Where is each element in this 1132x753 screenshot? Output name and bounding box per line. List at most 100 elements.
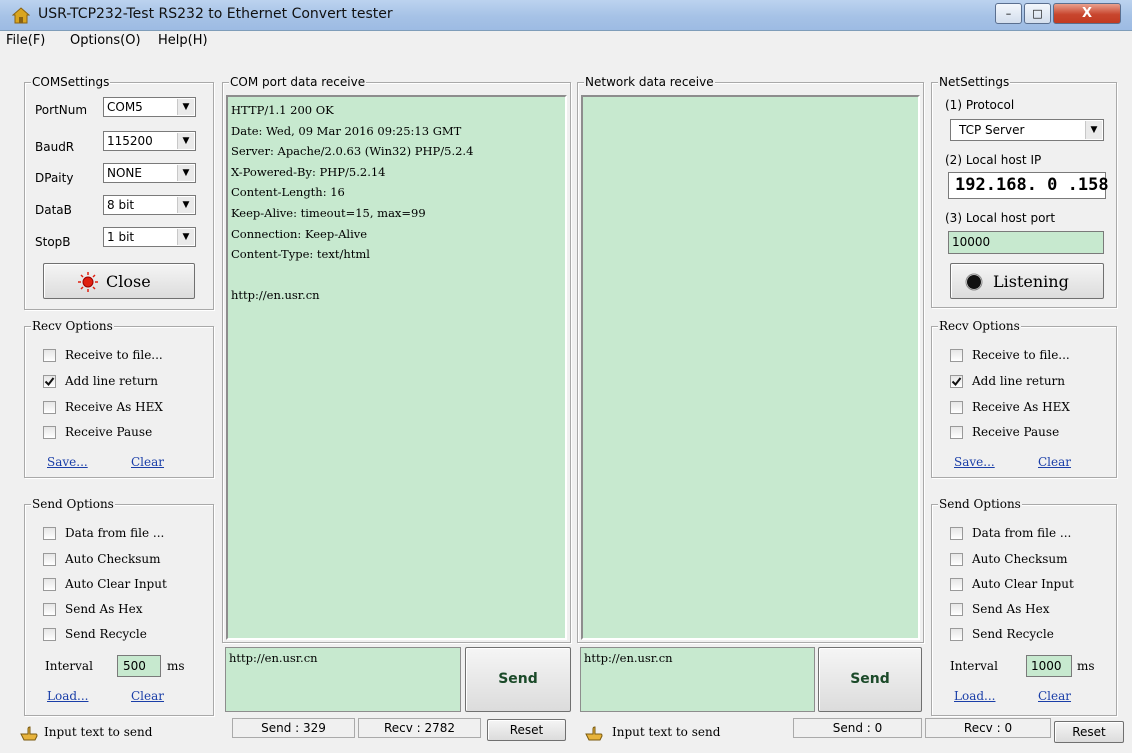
- net-receive-group: Network data receive: [577, 75, 924, 643]
- baudrate-select[interactable]: 115200 ▼: [103, 131, 196, 151]
- right-recv-clear-link[interactable]: Clear: [1038, 455, 1071, 469]
- close-window-button[interactable]: X: [1053, 3, 1121, 24]
- local-ip-label: (2) Local host IP: [945, 153, 1042, 167]
- left-interval-input[interactable]: 500: [117, 655, 161, 677]
- databits-label: DataB: [35, 203, 72, 217]
- com-receive-legend: COM port data receive: [229, 75, 367, 89]
- protocol-select[interactable]: TCP Server ▼: [950, 119, 1104, 141]
- portnum-label: PortNum: [35, 103, 88, 117]
- checkbox[interactable]: [950, 628, 963, 641]
- net-settings-legend: NetSettings: [938, 75, 1011, 89]
- left-input-hint: Input text to send: [44, 725, 153, 739]
- left-send-clear-link[interactable]: Clear: [131, 689, 164, 703]
- net-reset-button[interactable]: Reset: [1054, 721, 1124, 743]
- stopbits-label: StopB: [35, 235, 71, 249]
- status-bar: Input text to send Send : 329 Recv : 278…: [0, 716, 1132, 753]
- right-send-options-legend: Send Options: [938, 497, 1022, 511]
- ip-octet-1[interactable]: 192: [955, 175, 986, 195]
- left-recv-clear-link[interactable]: Clear: [131, 455, 164, 469]
- hand-pointer-icon: [20, 726, 38, 741]
- com-settings-legend: COMSettings: [31, 75, 111, 89]
- checkbox[interactable]: [43, 426, 56, 439]
- left-recv-save-link[interactable]: Save...: [47, 455, 88, 469]
- com-close-label: Close: [106, 272, 151, 291]
- net-send-button[interactable]: Send: [818, 647, 922, 712]
- checkbox-checked[interactable]: [43, 375, 56, 388]
- baudrate-label: BaudR: [35, 140, 75, 154]
- checkbox[interactable]: [43, 628, 56, 641]
- portnum-select[interactable]: COM5 ▼: [103, 97, 196, 117]
- checkmark-icon: [951, 377, 962, 387]
- right-interval-input[interactable]: 1000: [1026, 655, 1072, 677]
- com-receive-group: COM port data receive HTTP/1.1 200 OK Da…: [222, 75, 571, 643]
- net-receive-area[interactable]: [581, 95, 920, 640]
- left-interval-unit: ms: [167, 659, 185, 673]
- com-settings-group: COMSettings PortNum COM5 ▼ BaudR 115200 ▼ …: [24, 75, 214, 310]
- right-input-hint: Input text to send: [612, 725, 721, 739]
- menu-file[interactable]: File(F): [6, 33, 45, 48]
- checkbox[interactable]: [950, 603, 963, 616]
- left-recv-options-group: Recv Options Receive to file... Add line…: [24, 319, 214, 478]
- right-interval-label: Interval: [950, 659, 998, 673]
- net-send-count: Send : 0: [793, 718, 922, 738]
- checkbox[interactable]: [950, 401, 963, 414]
- window-title: USR-TCP232-Test RS232 to Ethernet Conver…: [38, 6, 393, 22]
- parity-label: DPaity: [35, 171, 74, 185]
- right-send-load-link[interactable]: Load...: [954, 689, 995, 703]
- com-send-count: Send : 329: [232, 718, 355, 738]
- close-icon: X: [1081, 6, 1093, 21]
- listening-label: Listening: [993, 272, 1069, 291]
- chevron-down-icon[interactable]: ▼: [177, 165, 194, 181]
- net-receive-legend: Network data receive: [584, 75, 715, 89]
- right-send-options-group: Send Options Data from file ... Auto Che…: [931, 497, 1117, 716]
- ip-octet-4[interactable]: 158: [1078, 175, 1109, 195]
- net-settings-group: NetSettings (1) Protocol TCP Server ▼ (2)…: [931, 75, 1117, 308]
- parity-select[interactable]: NONE ▼: [103, 163, 196, 183]
- ip-octet-3[interactable]: 0: [1047, 175, 1057, 195]
- checkbox[interactable]: [950, 527, 963, 540]
- local-port-input[interactable]: 10000: [948, 231, 1104, 254]
- ip-octet-2[interactable]: 168: [996, 175, 1027, 195]
- com-reset-button[interactable]: Reset: [487, 719, 566, 741]
- menu-help[interactable]: Help(H): [158, 33, 208, 48]
- checkbox[interactable]: [43, 527, 56, 540]
- stopbits-select[interactable]: 1 bit ▼: [103, 227, 196, 247]
- local-ip-input[interactable]: 192.168. 0 .158: [948, 172, 1109, 199]
- listening-button[interactable]: Listening: [950, 263, 1104, 299]
- right-recv-options-group: Recv Options Receive to file... Add line…: [931, 319, 1117, 478]
- app-icon: [12, 7, 30, 24]
- chevron-down-icon[interactable]: ▼: [177, 229, 194, 245]
- menu-options[interactable]: Options(O): [70, 33, 141, 48]
- led-red-icon: [78, 272, 98, 292]
- net-recv-count: Recv : 0: [925, 718, 1051, 738]
- com-receive-area[interactable]: HTTP/1.1 200 OK Date: Wed, 09 Mar 2016 0…: [226, 95, 567, 640]
- com-send-button[interactable]: Send: [465, 647, 571, 712]
- com-close-button[interactable]: Close: [43, 263, 195, 299]
- right-recv-save-link[interactable]: Save...: [954, 455, 995, 469]
- checkbox[interactable]: [43, 603, 56, 616]
- checkbox[interactable]: [950, 349, 963, 362]
- checkbox[interactable]: [43, 349, 56, 362]
- checkbox[interactable]: [43, 553, 56, 566]
- maximize-icon: □: [1032, 7, 1043, 20]
- chevron-down-icon[interactable]: ▼: [177, 133, 194, 149]
- checkbox[interactable]: [43, 578, 56, 591]
- checkbox[interactable]: [950, 578, 963, 591]
- checkbox[interactable]: [950, 553, 963, 566]
- chevron-down-icon[interactable]: ▼: [1085, 121, 1102, 139]
- checkbox[interactable]: [43, 401, 56, 414]
- chevron-down-icon[interactable]: ▼: [177, 197, 194, 213]
- minimize-button[interactable]: –: [995, 3, 1022, 24]
- checkmark-icon: [44, 377, 55, 387]
- left-send-options-legend: Send Options: [31, 497, 115, 511]
- left-send-options-group: Send Options Data from file ... Auto Che…: [24, 497, 214, 716]
- left-send-load-link[interactable]: Load...: [47, 689, 88, 703]
- right-send-clear-link[interactable]: Clear: [1038, 689, 1071, 703]
- com-send-input[interactable]: http://en.usr.cn: [225, 647, 461, 712]
- databits-select[interactable]: 8 bit ▼: [103, 195, 196, 215]
- maximize-button[interactable]: □: [1024, 3, 1051, 24]
- net-send-input[interactable]: http://en.usr.cn: [580, 647, 815, 712]
- checkbox-checked[interactable]: [950, 375, 963, 388]
- chevron-down-icon[interactable]: ▼: [177, 99, 194, 115]
- checkbox[interactable]: [950, 426, 963, 439]
